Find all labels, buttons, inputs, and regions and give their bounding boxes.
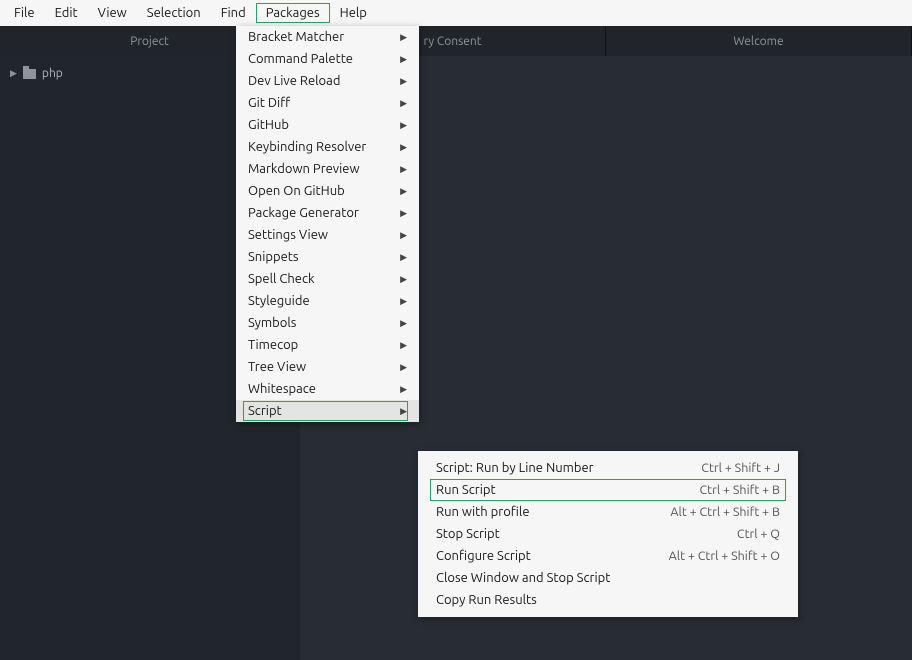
chevron-right-icon: ▶ xyxy=(400,164,407,175)
script-stop-script[interactable]: Stop Script Ctrl + Q xyxy=(418,523,798,545)
tabbar: Project ry Consent Welcome xyxy=(0,26,912,56)
pkg-markdown-preview[interactable]: Markdown Preview▶ xyxy=(236,158,419,180)
chevron-right-icon: ▶ xyxy=(400,208,407,219)
chevron-right-icon: ▶ xyxy=(400,318,407,329)
chevron-right-icon: ▶ xyxy=(400,142,407,153)
shortcut-label: Ctrl + Shift + J xyxy=(701,461,780,475)
tab-welcome[interactable]: Welcome xyxy=(606,26,912,56)
chevron-right-icon: ▶ xyxy=(400,406,407,417)
tree-root-label: php xyxy=(42,67,63,80)
pkg-styleguide[interactable]: Styleguide▶ xyxy=(236,290,419,312)
pkg-open-on-github[interactable]: Open On GitHub▶ xyxy=(236,180,419,202)
chevron-right-icon: ▶ xyxy=(10,68,17,79)
pkg-timecop[interactable]: Timecop▶ xyxy=(236,334,419,356)
pkg-github[interactable]: GitHub▶ xyxy=(236,114,419,136)
script-run-with-profile[interactable]: Run with profile Alt + Ctrl + Shift + B xyxy=(418,501,798,523)
menu-help[interactable]: Help xyxy=(330,3,377,23)
pkg-script[interactable]: Script▶ xyxy=(236,400,419,422)
menubar: File Edit View Selection Find Packages H… xyxy=(0,0,912,26)
chevron-right-icon: ▶ xyxy=(400,230,407,241)
pkg-symbols[interactable]: Symbols▶ xyxy=(236,312,419,334)
pkg-package-generator[interactable]: Package Generator▶ xyxy=(236,202,419,224)
chevron-right-icon: ▶ xyxy=(400,362,407,373)
menu-selection[interactable]: Selection xyxy=(137,3,211,23)
chevron-right-icon: ▶ xyxy=(400,76,407,87)
chevron-right-icon: ▶ xyxy=(400,120,407,131)
pkg-keybinding-resolver[interactable]: Keybinding Resolver▶ xyxy=(236,136,419,158)
chevron-right-icon: ▶ xyxy=(400,54,407,65)
chevron-right-icon: ▶ xyxy=(400,384,407,395)
chevron-right-icon: ▶ xyxy=(400,186,407,197)
menu-view[interactable]: View xyxy=(88,3,137,23)
chevron-right-icon: ▶ xyxy=(400,252,407,263)
pkg-bracket-matcher[interactable]: Bracket Matcher▶ xyxy=(236,26,419,48)
chevron-right-icon: ▶ xyxy=(400,32,407,43)
pkg-spell-check[interactable]: Spell Check▶ xyxy=(236,268,419,290)
pkg-snippets[interactable]: Snippets▶ xyxy=(236,246,419,268)
pkg-git-diff[interactable]: Git Diff▶ xyxy=(236,92,419,114)
script-configure-script[interactable]: Configure Script Alt + Ctrl + Shift + O xyxy=(418,545,798,567)
chevron-right-icon: ▶ xyxy=(400,296,407,307)
packages-dropdown: Bracket Matcher▶ Command Palette▶ Dev Li… xyxy=(236,26,419,422)
script-copy-run-results[interactable]: Copy Run Results xyxy=(418,589,798,611)
shortcut-label: Ctrl + Shift + B xyxy=(700,483,780,497)
menu-find[interactable]: Find xyxy=(211,3,256,23)
menu-edit[interactable]: Edit xyxy=(45,3,88,23)
folder-icon xyxy=(23,69,36,79)
pkg-whitespace[interactable]: Whitespace▶ xyxy=(236,378,419,400)
pkg-settings-view[interactable]: Settings View▶ xyxy=(236,224,419,246)
chevron-right-icon: ▶ xyxy=(400,340,407,351)
menu-file[interactable]: File xyxy=(4,3,45,23)
shortcut-label: Ctrl + Q xyxy=(737,527,780,541)
chevron-right-icon: ▶ xyxy=(400,274,407,285)
menu-packages[interactable]: Packages xyxy=(256,3,330,23)
shortcut-label: Alt + Ctrl + Shift + O xyxy=(669,549,780,563)
script-close-window-stop[interactable]: Close Window and Stop Script xyxy=(418,567,798,589)
script-run-script[interactable]: Run Script Ctrl + Shift + B xyxy=(418,479,798,501)
script-run-by-line-number[interactable]: Script: Run by Line Number Ctrl + Shift … xyxy=(418,457,798,479)
pkg-dev-live-reload[interactable]: Dev Live Reload▶ xyxy=(236,70,419,92)
pkg-command-palette[interactable]: Command Palette▶ xyxy=(236,48,419,70)
shortcut-label: Alt + Ctrl + Shift + B xyxy=(670,505,780,519)
pkg-tree-view[interactable]: Tree View▶ xyxy=(236,356,419,378)
script-submenu: Script: Run by Line Number Ctrl + Shift … xyxy=(418,451,798,617)
chevron-right-icon: ▶ xyxy=(400,98,407,109)
